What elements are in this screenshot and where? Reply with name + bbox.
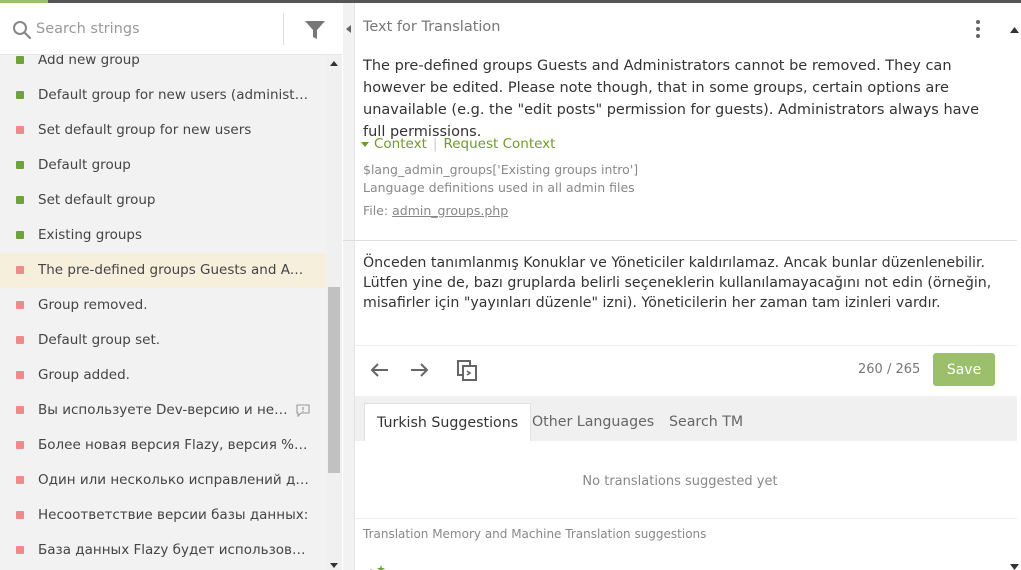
list-item[interactable]: Set default group xyxy=(0,183,326,218)
context-row: Context | Request Context xyxy=(361,136,555,152)
request-context-link[interactable]: Request Context xyxy=(443,136,555,152)
status-dot-untranslated xyxy=(16,371,24,379)
list-item-label: Existing groups xyxy=(38,227,143,243)
list-item[interactable]: Group added. xyxy=(0,358,326,393)
tab-search-tm[interactable]: Search TM xyxy=(657,403,755,441)
list-item-label: Group added. xyxy=(38,367,130,383)
status-dot-translated xyxy=(16,56,24,64)
list-item-label: Set default group for new users xyxy=(38,122,252,138)
divider xyxy=(355,518,1017,519)
status-dot-untranslated xyxy=(16,546,24,554)
scroll-thumb[interactable] xyxy=(328,287,340,473)
list-item-selected[interactable]: The pre-defined groups Guests and Admini… xyxy=(0,253,326,288)
list-item[interactable]: Set default group for new users xyxy=(0,113,326,148)
list-item[interactable]: Default group xyxy=(0,148,326,183)
search-bar xyxy=(0,3,342,55)
page-scrollbar[interactable] xyxy=(1008,3,1021,570)
list-item[interactable]: Несоответствие версии базы данных: xyxy=(0,498,326,533)
arrow-right-icon[interactable] xyxy=(407,358,431,382)
loading-icon xyxy=(369,565,385,570)
list-item-label: Несоответствие версии базы данных: xyxy=(38,507,309,523)
search-icon xyxy=(13,21,32,40)
scroll-down-arrow[interactable] xyxy=(330,563,338,568)
filter-icon[interactable] xyxy=(304,19,326,41)
list-item-label: Group removed. xyxy=(38,297,148,313)
scroll-up-arrow[interactable] xyxy=(330,61,338,66)
divider xyxy=(343,240,1017,241)
list-item[interactable]: Один или несколько исправлений доступны xyxy=(0,463,326,498)
search-input[interactable] xyxy=(36,17,276,41)
list-item[interactable]: Default group for new users (administrat… xyxy=(0,78,326,113)
empty-suggestions-text: No translations suggested yet xyxy=(582,474,778,489)
list-item-label: The pre-defined groups Guests and Admini… xyxy=(38,262,310,278)
character-counter: 260 / 265 xyxy=(858,362,921,377)
strings-panel: Add new group Default group for new user… xyxy=(0,3,342,570)
list-item[interactable]: Existing groups xyxy=(0,218,326,253)
status-dot-translated xyxy=(16,196,24,204)
caret-down-icon xyxy=(361,141,369,147)
status-dot-untranslated xyxy=(16,441,24,449)
copy-source-icon[interactable] xyxy=(455,358,479,382)
arrow-left-icon[interactable] xyxy=(368,358,392,382)
status-dot-untranslated xyxy=(16,301,24,309)
translation-textarea[interactable]: Önceden tanımlanmış Konuklar ve Yönetici… xyxy=(363,253,993,313)
list-item[interactable]: База данных Flazy будет использована в к… xyxy=(0,533,326,568)
string-key: $lang_admin_groups['Existing groups intr… xyxy=(363,162,639,177)
editor-panel: Text for Translation The pre-defined gro… xyxy=(343,3,1021,570)
status-dot-translated xyxy=(16,231,24,239)
list-item-label: База данных Flazy будет использована в к… xyxy=(38,542,310,558)
string-description: Language definitions used in all admin f… xyxy=(363,180,635,195)
tm-section-label: Translation Memory and Machine Translati… xyxy=(363,527,707,541)
list-item[interactable]: Add new group xyxy=(0,55,326,78)
list-item-label: Default group xyxy=(38,157,131,173)
list-item-label: Add new group xyxy=(38,55,140,68)
suggestion-tabs: Turkish Suggestions Other Languages Sear… xyxy=(355,396,1017,441)
divider xyxy=(355,345,1017,346)
list-item[interactable]: Group removed. xyxy=(0,288,326,323)
status-dot-untranslated xyxy=(16,126,24,134)
status-dot-untranslated xyxy=(16,476,24,484)
save-button[interactable]: Save xyxy=(933,353,995,386)
list-item-label: Вы используете Dev-версию и не будете ув… xyxy=(38,402,288,418)
list-item-label: Более новая версия Flazy, версия %s, дос… xyxy=(38,437,310,453)
tab-turkish-suggestions[interactable]: Turkish Suggestions xyxy=(364,403,532,441)
separator: | xyxy=(432,136,438,152)
tab-other-languages[interactable]: Other Languages xyxy=(520,403,666,441)
file-label: File: xyxy=(363,203,389,218)
source-text: The pre-defined groups Guests and Admini… xyxy=(363,58,980,140)
status-dot-untranslated xyxy=(16,336,24,344)
list-scrollbar[interactable] xyxy=(326,55,342,570)
status-dot-untranslated xyxy=(16,406,24,414)
status-dot-untranslated xyxy=(16,266,24,274)
source-header: Text for Translation xyxy=(363,19,501,35)
status-dot-translated xyxy=(16,91,24,99)
context-toggle[interactable]: Context xyxy=(374,136,427,152)
list-item[interactable]: Default group set. xyxy=(0,323,326,358)
comment-icon xyxy=(296,404,310,417)
chevron-left-icon xyxy=(346,25,351,33)
status-dot-untranslated xyxy=(16,511,24,519)
list-item-label: Один или несколько исправлений доступны xyxy=(38,472,310,488)
list-item-label: Default group set. xyxy=(38,332,161,348)
list-item-label: Default group for new users (administrat… xyxy=(38,87,310,103)
strings-list: Add new group Default group for new user… xyxy=(0,55,326,570)
list-item[interactable]: Вы используете Dev-версию и не будете ув… xyxy=(0,393,326,428)
list-item[interactable]: Более новая версия Flazy, версия %s, дос… xyxy=(0,428,326,463)
status-dot-translated xyxy=(16,161,24,169)
list-item-label: Set default group xyxy=(38,192,156,208)
file-link[interactable]: admin_groups.php xyxy=(392,203,508,218)
search-divider xyxy=(283,13,284,45)
more-vertical-icon[interactable] xyxy=(971,18,985,40)
file-info: File: admin_groups.php xyxy=(363,203,508,218)
